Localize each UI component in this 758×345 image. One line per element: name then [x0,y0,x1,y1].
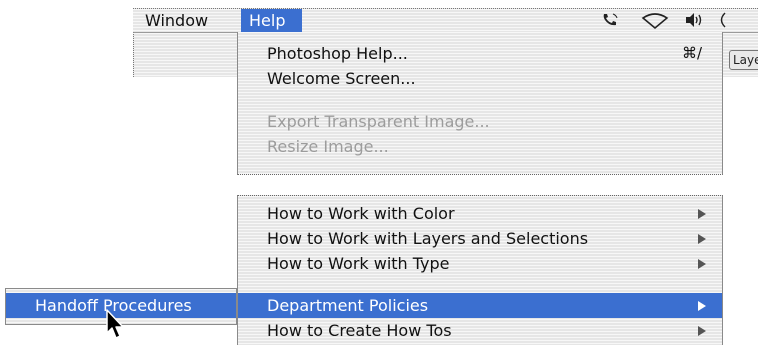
volume-icon[interactable] [684,12,704,32]
menu-item-shortcut: ⌘/ [681,44,702,62]
menu-item-label: Export Transparent Image... [267,112,490,131]
menu-bar: Window Help [133,8,758,32]
menu-item-export-transparent-image: Export Transparent Image... [238,109,722,134]
menu-item-label: Welcome Screen... [267,69,416,88]
menu-item-department-policies[interactable]: Department Policies [238,293,722,318]
help-menu-lower: How to Work with Color How to Work with … [237,195,723,345]
menu-item-how-to-work-with-color[interactable]: How to Work with Color [238,201,722,226]
menu-help[interactable]: Help [241,9,302,32]
menu-item-how-to-work-with-type[interactable]: How to Work with Type [238,251,722,276]
menu-item-photoshop-help[interactable]: Photoshop Help... ⌘/ [238,41,722,66]
help-menu-upper: Photoshop Help... ⌘/ Welcome Screen... E… [237,32,723,175]
menu-item-label: How to Work with Color [267,204,455,223]
menu-item-label: How to Work with Layers and Selections [267,229,589,248]
phone-icon[interactable] [601,12,619,32]
menu-item-label: How to Work with Type [267,254,450,273]
submenu-arrow-icon [698,301,706,311]
submenu-arrow-icon [698,234,706,244]
layers-palette-tab[interactable]: Laye [729,50,758,70]
menu-item-welcome-screen[interactable]: Welcome Screen... [238,66,722,91]
airport-icon[interactable] [641,12,669,34]
menu-item-how-to-work-with-layers[interactable]: How to Work with Layers and Selections [238,226,722,251]
menu-item-label: Resize Image... [267,137,389,156]
mouse-pointer-icon [106,309,124,339]
menu-window[interactable]: Window [141,9,237,32]
menu-item-how-to-create-how-tos[interactable]: How to Create How Tos [238,318,722,343]
menu-item-resize-image: Resize Image... [238,134,722,159]
submenu-arrow-icon [698,326,706,336]
battery-icon[interactable] [717,12,727,32]
submenu-arrow-icon [698,209,706,219]
menu-item-label: Photoshop Help... [267,44,408,63]
menu-item-label: How to Create How Tos [267,321,452,340]
submenu-arrow-icon [698,259,706,269]
menu-item-label: Department Policies [267,296,429,315]
